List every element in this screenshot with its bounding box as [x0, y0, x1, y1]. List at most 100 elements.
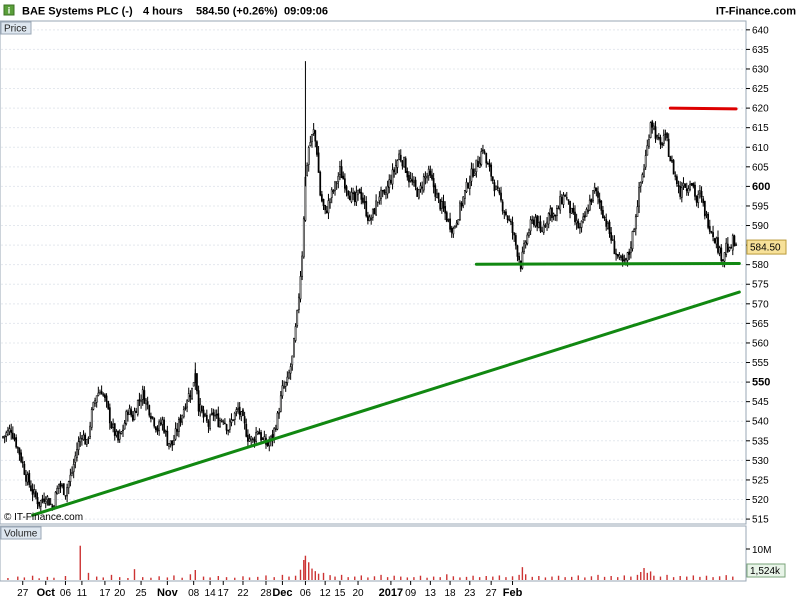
- volume-bar: [257, 576, 259, 580]
- candle-body: [485, 152, 488, 164]
- volume-bar: [413, 577, 415, 580]
- candle: [15, 434, 18, 449]
- volume-bar: [518, 574, 520, 580]
- candle: [302, 216, 305, 259]
- candle-body: [105, 395, 108, 402]
- candle: [293, 337, 295, 358]
- candle: [220, 418, 223, 423]
- volume-bar: [659, 576, 662, 580]
- candle-body: [122, 429, 124, 432]
- candle-body: [715, 237, 718, 245]
- candle-body: [21, 461, 24, 464]
- candle: [278, 407, 281, 419]
- candle-body: [615, 253, 617, 255]
- candle: [493, 179, 496, 197]
- candle: [113, 422, 116, 441]
- candle-body: [452, 228, 455, 235]
- candle-body: [260, 432, 262, 441]
- candle-body: [289, 366, 292, 374]
- candle: [485, 152, 488, 168]
- candle-body: [99, 392, 101, 395]
- candle-body: [447, 218, 450, 221]
- candle-body: [483, 151, 486, 153]
- candle: [87, 436, 90, 444]
- x-tick-label: 11: [77, 588, 88, 599]
- candle-body: [621, 255, 624, 262]
- candle-body: [44, 500, 47, 504]
- candle: [416, 186, 419, 197]
- candle: [542, 220, 545, 235]
- info-icon[interactable]: i: [3, 4, 15, 16]
- volume-bar: [511, 576, 514, 580]
- candle: [25, 469, 27, 486]
- volume-bar: [373, 576, 376, 580]
- candle: [10, 423, 13, 440]
- candle-body: [69, 474, 72, 482]
- candle-body: [77, 441, 80, 451]
- candle: [26, 471, 29, 486]
- candle-body: [378, 196, 381, 201]
- candle-body: [3, 435, 6, 438]
- candle: [2, 435, 4, 439]
- candle: [370, 214, 373, 225]
- candle-body: [82, 434, 85, 440]
- candle: [16, 446, 19, 454]
- volume-bar: [189, 574, 192, 580]
- candle-body: [284, 382, 287, 387]
- candle: [117, 430, 119, 443]
- candle: [618, 252, 621, 261]
- candle-body: [363, 201, 366, 203]
- candle: [399, 149, 402, 163]
- volume-bar: [367, 577, 369, 580]
- volume-bar: [53, 577, 55, 580]
- candle: [138, 392, 141, 407]
- candle: [316, 140, 318, 157]
- x-tick-label: 20: [352, 588, 364, 599]
- candle-body: [643, 168, 645, 177]
- candle: [115, 429, 118, 438]
- candle: [228, 418, 231, 433]
- candle: [81, 434, 83, 446]
- candle-body: [408, 175, 410, 183]
- candle-body: [552, 213, 555, 217]
- candle: [345, 184, 348, 197]
- candle-body: [731, 235, 734, 251]
- volume-bar: [127, 578, 129, 580]
- candle-body: [283, 386, 285, 388]
- volume-bar: [150, 577, 152, 580]
- candle-body: [390, 179, 392, 184]
- candle-body: [20, 452, 22, 462]
- candle-body: [181, 414, 184, 423]
- candle-body: [602, 209, 604, 219]
- candle-body: [212, 412, 215, 416]
- x-tick-label: 06: [60, 588, 72, 599]
- candle: [643, 164, 645, 178]
- candle-body: [251, 438, 254, 440]
- candle: [603, 215, 606, 221]
- candle-body: [11, 432, 14, 439]
- x-tick-label: Oct: [37, 587, 56, 599]
- candle: [344, 173, 346, 193]
- candle: [526, 232, 529, 246]
- candle: [500, 186, 502, 203]
- candle: [335, 181, 338, 190]
- candle: [123, 420, 126, 430]
- candle-body: [151, 416, 154, 418]
- candle-body: [2, 436, 4, 438]
- volume-bar: [426, 577, 428, 580]
- candle: [324, 204, 327, 215]
- candle-body: [102, 394, 105, 396]
- volume-bar: [636, 574, 639, 580]
- candle-body: [641, 174, 644, 182]
- candle-body: [396, 160, 399, 168]
- candle: [247, 429, 249, 448]
- candle: [156, 425, 159, 435]
- candle-body: [314, 130, 317, 142]
- candle: [205, 409, 208, 423]
- volume-bar: [194, 570, 197, 580]
- candle-body: [449, 218, 451, 230]
- candle: [255, 426, 258, 444]
- candle-body: [168, 443, 170, 447]
- candle: [728, 246, 731, 252]
- candle-body: [360, 191, 363, 200]
